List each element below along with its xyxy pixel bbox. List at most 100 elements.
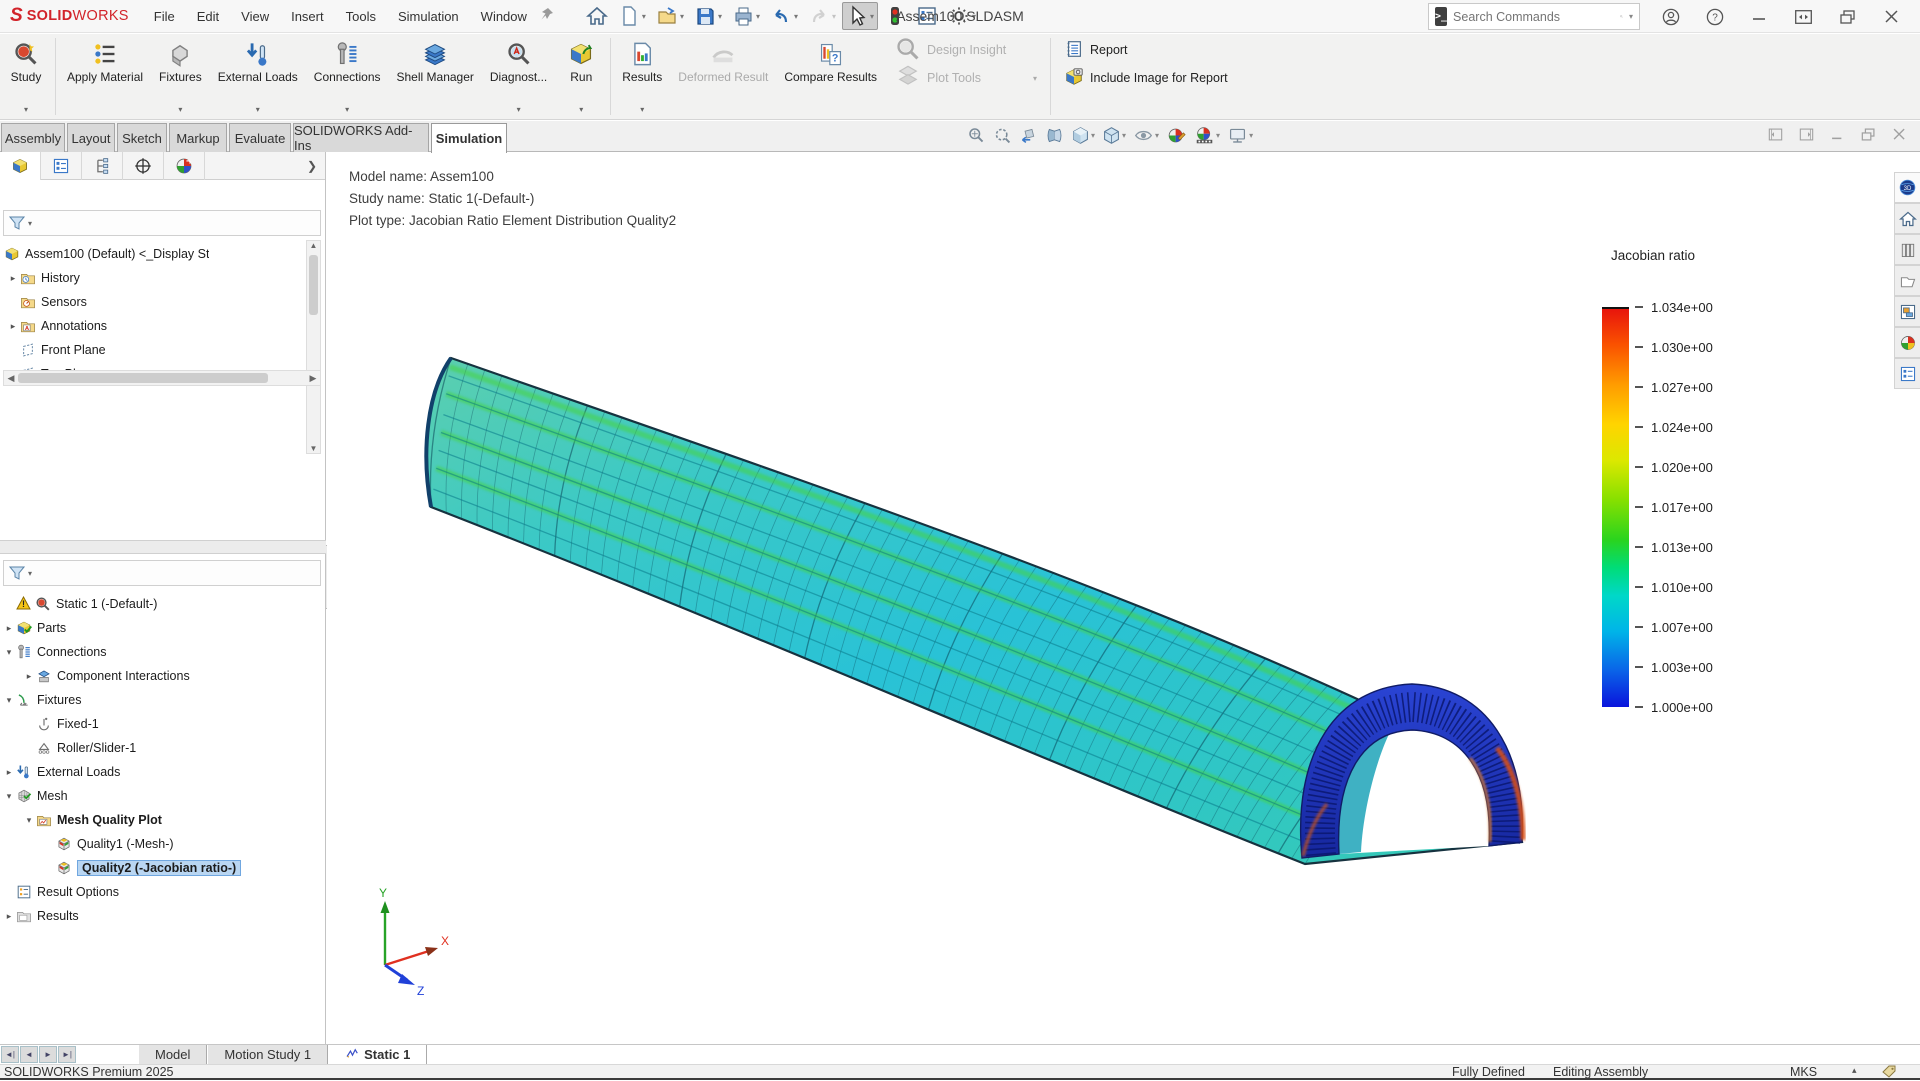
- search-icon[interactable]: [1620, 9, 1623, 24]
- taskpane-home-pane-icon[interactable]: [1894, 203, 1920, 234]
- tab-solidworks-add-ins[interactable]: SOLIDWORKS Add-Ins: [293, 123, 429, 152]
- print-icon[interactable]: ▾: [728, 2, 764, 30]
- taskpane-threedexperience-icon[interactable]: 3D: [1894, 172, 1920, 203]
- tree-item-result-options[interactable]: Result Options: [4, 880, 119, 904]
- menu-simulation[interactable]: Simulation: [387, 0, 470, 33]
- prev-tab-icon[interactable]: ◄: [20, 1046, 38, 1063]
- close-doc-icon[interactable]: [1891, 126, 1908, 148]
- redo-icon[interactable]: ▾: [804, 2, 840, 30]
- display-style-icon[interactable]: ▾: [1100, 124, 1128, 147]
- menu-view[interactable]: View: [230, 0, 280, 33]
- report-button[interactable]: Report: [1060, 38, 1232, 62]
- study-tab-motion-study-1[interactable]: Motion Study 1: [207, 1045, 328, 1064]
- panel-tab-dimxpertmanager[interactable]: [123, 152, 164, 180]
- zoom-to-area-icon[interactable]: [991, 124, 1014, 147]
- restore-doc-icon[interactable]: [1860, 126, 1877, 148]
- search-commands-box[interactable]: >_ ▾: [1428, 3, 1640, 30]
- include-image-button[interactable]: Include Image for Report: [1060, 66, 1232, 90]
- open-icon[interactable]: ▾: [652, 2, 688, 30]
- collapse-left-pane-icon[interactable]: [1767, 126, 1784, 148]
- diagnostics-button[interactable]: Diagnost...▾: [482, 34, 555, 119]
- study-button[interactable]: Study▾: [0, 34, 52, 119]
- graphics-viewport[interactable]: Model name: Assem100 Study name: Static …: [327, 152, 1920, 1044]
- tree-item-static-1-default-[interactable]: ! Static 1 (-Default-): [4, 592, 157, 616]
- panel-tab-overflow-icon[interactable]: ❯: [307, 152, 325, 179]
- feature-tree-filter[interactable]: ▾: [3, 210, 321, 236]
- panel-tab-configurationmanager[interactable]: [82, 152, 123, 180]
- pushpin-icon[interactable]: [540, 7, 554, 26]
- home-icon[interactable]: [582, 2, 612, 30]
- menu-window[interactable]: Window: [470, 0, 538, 33]
- tab-simulation[interactable]: Simulation: [431, 123, 507, 153]
- scroll-up-icon[interactable]: ▲: [307, 241, 320, 250]
- expand-arrow-icon[interactable]: ▸: [24, 671, 34, 682]
- taskpane-appearances-scenes-icon[interactable]: [1894, 327, 1920, 358]
- scroll-right-icon[interactable]: ▶: [306, 373, 320, 384]
- zoom-to-fit-icon[interactable]: [965, 124, 988, 147]
- tree-item-sensors[interactable]: Sensors: [8, 290, 87, 314]
- taskpane-file-explorer-icon[interactable]: [1894, 265, 1920, 296]
- expand-arrow-icon[interactable]: ▸: [4, 623, 14, 634]
- scroll-thumb[interactable]: [309, 255, 318, 315]
- expand-arrow-icon[interactable]: ▾: [4, 791, 14, 802]
- options-gear-icon[interactable]: ▾: [944, 2, 980, 30]
- panel-tab-appearances-ball[interactable]: [164, 152, 205, 180]
- tree-item-parts[interactable]: ▸ Parts: [4, 616, 66, 640]
- tree-item-quality1-mesh-[interactable]: Quality1 (-Mesh-): [44, 832, 174, 856]
- expand-arrow-icon[interactable]: ▸: [4, 767, 14, 778]
- tree-item-mesh-quality-plot[interactable]: ▾ Mesh Quality Plot: [24, 808, 162, 832]
- search-caret-icon[interactable]: ▾: [1629, 12, 1633, 21]
- tab-evaluate[interactable]: Evaluate: [229, 123, 291, 152]
- account-icon[interactable]: [1652, 3, 1690, 31]
- select-cursor-icon[interactable]: ▾: [842, 2, 878, 30]
- search-input[interactable]: [1453, 10, 1614, 24]
- study-tab-model[interactable]: Model: [138, 1045, 207, 1064]
- expand-arrow-icon[interactable]: ▾: [4, 695, 14, 706]
- taskpane-design-library-icon[interactable]: [1894, 234, 1920, 265]
- sim-tree-filter[interactable]: ▾: [3, 560, 321, 586]
- restore-button[interactable]: [1828, 3, 1866, 31]
- menu-file[interactable]: File: [143, 0, 186, 33]
- menu-tools[interactable]: Tools: [335, 0, 387, 33]
- section-view-icon[interactable]: [1043, 124, 1066, 147]
- tab-assembly[interactable]: Assembly: [1, 123, 65, 152]
- scroll-left-icon[interactable]: ◀: [4, 373, 18, 384]
- tree-item-connections[interactable]: ▾ Connections: [4, 640, 107, 664]
- taskpane-custom-properties-icon[interactable]: [1894, 358, 1920, 389]
- expand-arrow-icon[interactable]: ▾: [24, 815, 34, 826]
- feature-tree-hscrollbar[interactable]: ◀ ▶: [3, 370, 321, 386]
- scroll-thumb[interactable]: [18, 373, 268, 383]
- tab-markup[interactable]: Markup: [169, 123, 227, 152]
- rebuild-traffic-light-icon[interactable]: [880, 2, 910, 30]
- minimize-button[interactable]: [1740, 3, 1778, 31]
- units-selector[interactable]: MKS: [1790, 1065, 1817, 1079]
- tree-item-mesh[interactable]: ▾ Mesh: [4, 784, 68, 808]
- units-caret-icon[interactable]: ▴: [1852, 1065, 1857, 1076]
- tree-item-annotations[interactable]: ▸ A Annotations: [8, 314, 107, 338]
- first-tab-icon[interactable]: ◄|: [1, 1046, 19, 1063]
- tree-item-component-interactions[interactable]: ▸ Component Interactions: [24, 664, 190, 688]
- connections-button[interactable]: Connections▾: [306, 34, 389, 119]
- tree-item-history[interactable]: ▸ History: [8, 266, 80, 290]
- hide-show-items-icon[interactable]: ▾: [1131, 124, 1161, 147]
- tree-item-quality2-jacobian-ratio-[interactable]: Quality2 (-Jacobian ratio-): [44, 856, 241, 880]
- help-icon[interactable]: ?: [1696, 3, 1734, 31]
- new-document-icon[interactable]: ▾: [614, 2, 650, 30]
- undo-icon[interactable]: ▾: [766, 2, 802, 30]
- panel-splitter[interactable]: [0, 540, 326, 554]
- fixtures-button[interactable]: Fixtures▾: [151, 34, 210, 119]
- expand-arrow-icon[interactable]: ▸: [8, 321, 18, 332]
- last-tab-icon[interactable]: ►|: [58, 1046, 76, 1063]
- tree-item-front-plane[interactable]: Front Plane: [8, 338, 106, 362]
- tree-item-results[interactable]: ▸ Results: [4, 904, 79, 928]
- expand-arrow-icon[interactable]: ▾: [4, 647, 14, 658]
- study-tab-static-1[interactable]: Static 1: [328, 1045, 427, 1064]
- feature-tree-vscrollbar[interactable]: ▲ ▼: [306, 240, 321, 454]
- minimize-doc-icon[interactable]: [1829, 126, 1846, 148]
- results-button[interactable]: Results▾: [614, 34, 670, 119]
- properties-list-icon[interactable]: [912, 2, 942, 30]
- run-button[interactable]: Run▾: [555, 34, 607, 119]
- shell-manager-button[interactable]: Shell Manager: [389, 34, 482, 119]
- expand-arrow-icon[interactable]: ▸: [4, 911, 14, 922]
- view-settings-icon[interactable]: ▾: [1225, 124, 1255, 147]
